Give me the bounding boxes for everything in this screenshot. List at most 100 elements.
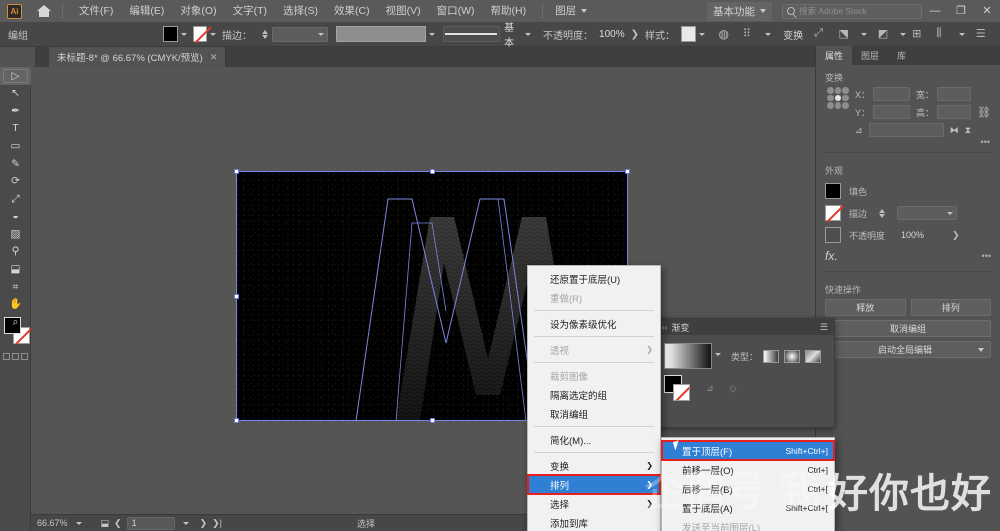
gradient-stroke-swatch[interactable] (673, 384, 690, 401)
context-item-select[interactable]: 选择 ❯ (528, 494, 660, 513)
context-item-isolate-group[interactable]: 隔离选定的组 (528, 385, 660, 404)
stroke-weight-stepper[interactable] (262, 29, 269, 39)
tool-rotate[interactable]: ⟳ (0, 173, 31, 191)
chevron-down-icon[interactable] (715, 353, 721, 356)
submenu-item-send-backward[interactable]: 后移一层(B) Ctrl+[ (662, 479, 834, 498)
chevron-down-icon[interactable] (900, 32, 907, 36)
context-item-undo[interactable]: 还原置于底层(U) (528, 269, 660, 288)
tool-pen[interactable]: ✒ (0, 102, 31, 120)
stock-search-input[interactable]: 搜索 Adobe Stock (782, 3, 922, 19)
menu-item-view[interactable]: 视图(V) (378, 0, 429, 22)
gradient-preview-swatch[interactable] (664, 343, 712, 369)
radial-gradient-icon[interactable] (784, 349, 801, 363)
stroke-profile-preview[interactable] (336, 26, 426, 42)
artboard-number-input[interactable]: 1 (126, 516, 175, 530)
menu-item-select[interactable]: 选择(S) (275, 0, 326, 22)
flip-vertical-icon[interactable]: ⧗ (965, 125, 971, 136)
submenu-item-send-to-back[interactable]: 置于底层(A) Shift+Ctrl+[ (662, 498, 834, 517)
ai-logo-icon[interactable]: Ai (7, 3, 22, 19)
tool-selection[interactable]: ▷ (0, 67, 31, 85)
draw-inside-icon[interactable]: ⬔ (838, 27, 852, 41)
chevron-down-icon[interactable] (765, 32, 772, 36)
tool-scale[interactable]: ⤢ (0, 190, 31, 208)
chevron-down-icon[interactable] (978, 347, 984, 352)
flip-horizontal-icon[interactable]: ⧓ (950, 125, 959, 136)
global-edit-button[interactable]: 启动全局编辑 (825, 341, 991, 358)
opacity-mask-icon[interactable]: ◍ (719, 27, 733, 41)
transform-button[interactable]: 变换 (777, 25, 809, 44)
status-zoom-value[interactable]: 66.67% (37, 518, 68, 528)
arrange-button[interactable]: 排列 (910, 299, 991, 316)
submenu-item-bring-forward[interactable]: 前移一层(O) Ctrl+] (662, 460, 834, 479)
brush-definition-preview[interactable] (442, 26, 501, 42)
transform-angle-input[interactable] (868, 123, 944, 137)
menu-item-effect[interactable]: 效果(C) (326, 0, 378, 22)
tool-hand[interactable]: ✋ (0, 296, 31, 314)
prev-artboard-button[interactable]: ❮ (114, 518, 122, 529)
menu-item-edit[interactable]: 编辑(E) (121, 0, 172, 22)
release-button[interactable]: 释放 (825, 299, 906, 316)
chevron-down-icon[interactable] (182, 521, 189, 525)
context-item-add-to-library[interactable]: 添加到库 (528, 513, 660, 531)
transform-more-options-icon[interactable]: ••• (816, 137, 1000, 147)
tool-eyedropper[interactable]: ⚲ (0, 243, 31, 261)
stroke-weight-input[interactable] (272, 26, 329, 42)
tool-rectangle[interactable]: ▭ (0, 137, 31, 155)
menu-item-file[interactable]: 文件(F) (71, 0, 121, 22)
chevron-down-icon[interactable] (860, 32, 867, 36)
close-icon[interactable]: ✕ (210, 52, 218, 63)
tool-shape-builder[interactable]: ◒ (0, 208, 31, 226)
workspace-switcher[interactable]: 基本功能 (707, 1, 772, 21)
stroke-color-swatch[interactable] (192, 26, 208, 42)
tab-libraries[interactable]: 库 (888, 46, 915, 65)
appearance-more-options-icon[interactable]: ••• (982, 251, 991, 261)
chevron-down-icon[interactable] (428, 32, 435, 36)
last-artboard-button[interactable]: ❯| (212, 518, 222, 529)
panel-menu-icon[interactable]: ☰ (820, 322, 828, 333)
layout-icon[interactable]: ☰ (976, 27, 990, 41)
transform-x-input[interactable] (873, 87, 911, 101)
next-artboard-button[interactable]: ❯ (200, 518, 208, 529)
color-button[interactable] (3, 353, 10, 360)
distribute-icon[interactable]: ⫼ (936, 27, 950, 41)
recolor-icon[interactable]: ◩ (878, 27, 892, 41)
gradient-angle-icon[interactable]: ⊿ (706, 383, 714, 394)
gradient-button[interactable] (12, 353, 19, 360)
restore-button[interactable]: ❐ (948, 0, 974, 22)
menu-item-object[interactable]: 对象(O) (172, 0, 224, 22)
link-icon[interactable]: ⛓ (977, 106, 991, 119)
tool-gradient[interactable]: ▨ (0, 225, 31, 243)
context-item-pixel-optimize[interactable]: 设为像素级优化 (528, 314, 660, 333)
appearance-fill-swatch[interactable] (825, 183, 841, 199)
ungroup-button[interactable]: 取消编组 (825, 320, 991, 337)
chevron-down-icon[interactable] (698, 32, 705, 36)
transform-h-input[interactable] (937, 105, 972, 119)
fill-color-swatch[interactable] (163, 26, 178, 42)
transform-w-input[interactable] (937, 87, 972, 101)
graphic-style-swatch[interactable] (680, 26, 696, 42)
tool-artboard[interactable]: ⬓ (0, 261, 31, 279)
tool-paintbrush[interactable]: ✎ (0, 155, 31, 173)
context-item-simplify[interactable]: 简化(M)... (528, 430, 660, 449)
opacity-value[interactable]: 100% (599, 29, 625, 40)
document-tab[interactable]: 未标题-8* @ 66.67% (CMYK/预览) ✕ (49, 47, 227, 67)
context-item-transform[interactable]: 变换 ❯ (528, 456, 660, 475)
collapse-icon[interactable]: ‹‹ (662, 323, 667, 332)
transform-y-input[interactable] (873, 105, 911, 119)
close-button[interactable]: ✕ (974, 0, 1000, 22)
chevron-down-icon[interactable] (958, 32, 965, 36)
grid-icon[interactable]: ⠿ (743, 27, 757, 41)
context-item-arrange[interactable]: 排列 ❯ (527, 474, 661, 495)
fx-button[interactable]: fx. (825, 249, 838, 263)
appearance-stroke-input[interactable] (897, 206, 958, 220)
tool-slice[interactable]: ⌗ (0, 278, 31, 296)
appearance-stroke-stepper[interactable] (879, 208, 886, 218)
tool-type[interactable]: T (0, 120, 31, 138)
minimize-button[interactable]: — (922, 0, 948, 22)
isolate-icon[interactable]: ⤢ (814, 27, 828, 41)
freeform-gradient-icon[interactable] (805, 349, 822, 363)
home-icon[interactable] (34, 3, 54, 19)
opacity-mask-icon[interactable] (825, 227, 841, 243)
menu-item-window[interactable]: 窗口(W) (429, 0, 483, 22)
chevron-down-icon[interactable] (210, 32, 217, 36)
